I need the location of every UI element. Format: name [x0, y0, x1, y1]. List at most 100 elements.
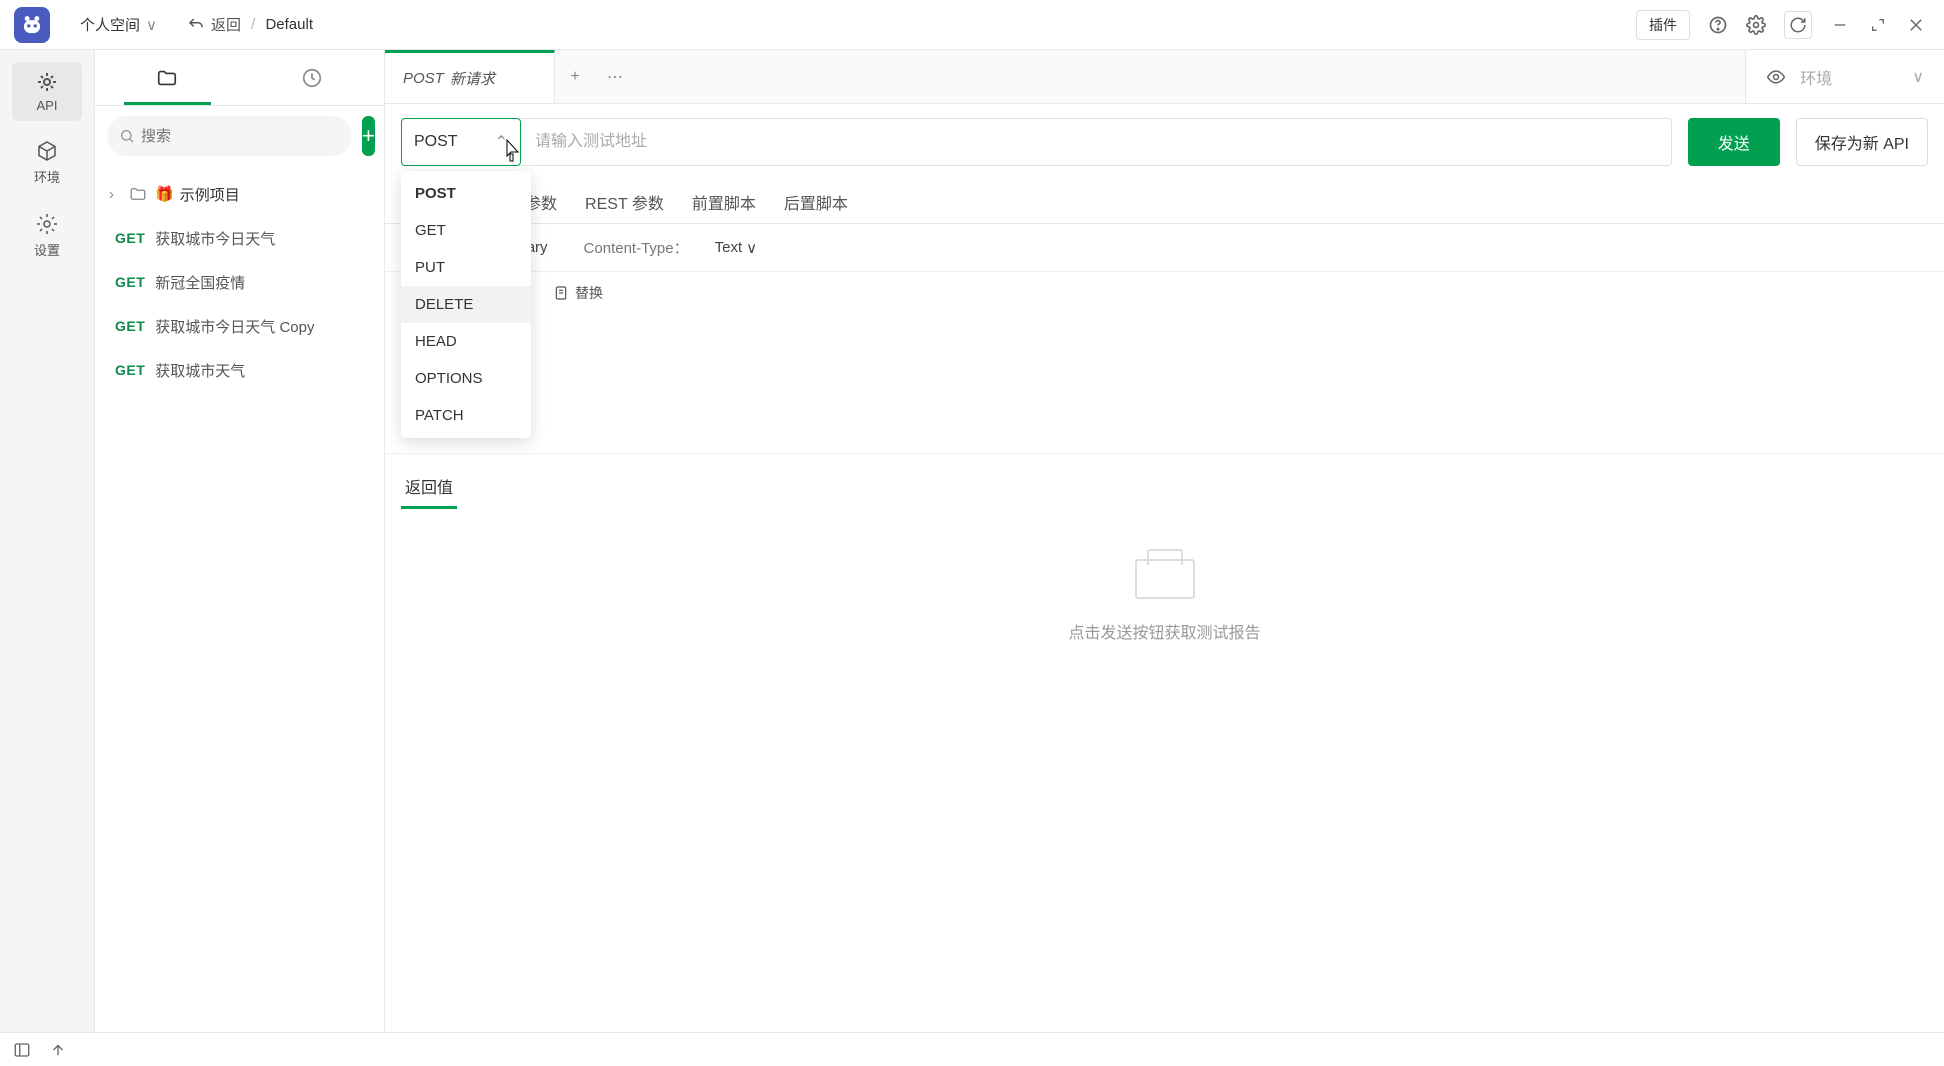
api-icon	[35, 70, 59, 94]
sidebar-tab-history[interactable]	[240, 50, 385, 105]
chevron-down-icon: ∨	[1912, 67, 1924, 87]
chevron-down-icon: ⌃	[495, 132, 508, 152]
plus-icon: +	[362, 123, 375, 149]
env-label: 环境	[1800, 65, 1832, 89]
response-empty-state: 点击发送按钮获取测试报告	[385, 509, 1944, 1032]
response-empty-message: 点击发送按钮获取测试报告	[1068, 619, 1260, 643]
req-tab-pre-script[interactable]: 前置脚本	[692, 180, 756, 223]
request-tab[interactable]: POST 新请求	[385, 50, 555, 103]
chevron-down-icon: ∨	[746, 239, 757, 257]
ellipsis-icon: ⋯	[607, 67, 623, 87]
breadcrumb-separator: /	[251, 16, 255, 34]
refresh-icon[interactable]	[1784, 11, 1812, 39]
help-icon[interactable]	[1708, 15, 1728, 35]
editor-replace-button[interactable]: 替换	[553, 283, 603, 303]
save-as-api-button[interactable]: 保存为新 API	[1796, 118, 1928, 166]
method-dropdown: POST GET PUT DELETE HEAD OPTIONS PATCH	[401, 171, 531, 438]
inbox-icon	[1135, 559, 1195, 599]
url-input[interactable]	[521, 118, 1672, 166]
plugin-button[interactable]: 插件	[1636, 10, 1690, 40]
method-option-options[interactable]: OPTIONS	[401, 360, 531, 397]
api-name: 获取城市天气	[155, 360, 245, 381]
response-tab-result[interactable]: 返回值	[401, 466, 457, 509]
folder-icon	[156, 67, 178, 89]
folder-icon	[129, 185, 147, 203]
req-tab-post-script[interactable]: 后置脚本	[784, 180, 848, 223]
cube-icon	[35, 139, 59, 163]
method-option-head[interactable]: HEAD	[401, 323, 531, 360]
sidebar-search[interactable]	[107, 116, 352, 156]
api-list-item[interactable]: GET 获取城市天气	[95, 348, 384, 392]
method-option-put[interactable]: PUT	[401, 249, 531, 286]
eye-icon[interactable]	[1766, 67, 1786, 87]
gift-icon: 🎁	[155, 185, 174, 203]
chevron-right-icon: ›	[109, 186, 123, 203]
status-bar	[0, 1032, 1944, 1066]
tab-method: POST	[403, 70, 444, 87]
close-icon[interactable]	[1906, 15, 1926, 35]
api-name: 新冠全国疫情	[155, 272, 245, 293]
sidebar-tab-folders[interactable]	[95, 50, 240, 105]
back-button[interactable]: 返回	[187, 14, 241, 35]
api-list-item[interactable]: GET 新冠全国疫情	[95, 260, 384, 304]
settings-icon[interactable]	[1746, 15, 1766, 35]
api-method: GET	[115, 318, 145, 334]
minimize-icon[interactable]	[1830, 15, 1850, 35]
request-section-tabs: 请求体 Query 参数 REST 参数 前置脚本 后置脚本	[385, 180, 1944, 224]
api-method: GET	[115, 362, 145, 378]
editor-btn-label: 替换	[575, 283, 603, 303]
content-type-label: Content-Type：	[584, 237, 689, 258]
api-method: GET	[115, 274, 145, 290]
top-bar: 个人空间 ∨ 返回 / Default 插件	[0, 0, 1944, 50]
folder-name: 示例项目	[180, 184, 240, 205]
workspace-label: 个人空间	[80, 14, 140, 35]
tab-more-button[interactable]: ⋯	[595, 50, 635, 103]
api-name: 获取城市今日天气 Copy	[155, 316, 314, 337]
rail-item-label: API	[37, 98, 58, 113]
upload-icon[interactable]	[48, 1040, 68, 1060]
rail-item-label: 环境	[34, 167, 60, 186]
sidebar: + › 🎁 示例项目 GET 获取城市今日天气 GET 新冠全国疫情	[95, 50, 385, 1032]
undo-icon	[187, 16, 205, 34]
content-type-value: Text	[715, 239, 743, 256]
api-list-item[interactable]: GET 获取城市今日天气 Copy	[95, 304, 384, 348]
http-method-select[interactable]: POST ⌃ POST GET PUT DELETE HEAD OPTIONS …	[401, 118, 521, 166]
main-content: POST 新请求 + ⋯ 环境 ∨ POST ⌃	[385, 50, 1944, 1032]
back-label: 返回	[211, 14, 241, 35]
app-logo	[14, 7, 50, 43]
plus-icon: +	[570, 68, 579, 86]
maximize-icon[interactable]	[1868, 15, 1888, 35]
selected-method: POST	[414, 133, 458, 151]
api-method: GET	[115, 230, 145, 246]
nav-rail: API 环境 设置	[0, 50, 95, 1032]
env-selector[interactable]: 环境 ∨	[1800, 65, 1924, 89]
tree-folder-row[interactable]: › 🎁 示例项目	[95, 172, 384, 216]
rail-item-label: 设置	[34, 240, 60, 259]
api-name: 获取城市今日天气	[155, 228, 275, 249]
req-tab-rest[interactable]: REST 参数	[585, 180, 664, 223]
method-option-delete[interactable]: DELETE	[401, 286, 531, 323]
panel-left-icon[interactable]	[12, 1040, 32, 1060]
add-button[interactable]: +	[362, 116, 375, 156]
rail-item-settings[interactable]: 设置	[12, 204, 82, 267]
api-list-item[interactable]: GET 获取城市今日天气	[95, 216, 384, 260]
rail-item-api[interactable]: API	[12, 62, 82, 121]
rail-item-env[interactable]: 环境	[12, 131, 82, 194]
search-icon	[119, 128, 135, 144]
body-editor[interactable]	[385, 314, 1944, 454]
method-option-patch[interactable]: PATCH	[401, 397, 531, 434]
tab-title: 新请求	[450, 68, 495, 89]
workspace-selector[interactable]: 个人空间 ∨	[80, 14, 157, 35]
gear-icon	[35, 212, 59, 236]
method-option-post[interactable]: POST	[401, 175, 531, 212]
replace-icon	[553, 285, 569, 301]
send-button[interactable]: 发送	[1688, 118, 1780, 166]
content-type-select[interactable]: Text ∨	[715, 239, 758, 257]
search-input[interactable]	[141, 128, 340, 145]
method-option-get[interactable]: GET	[401, 212, 531, 249]
breadcrumb-project[interactable]: Default	[265, 16, 313, 33]
new-tab-button[interactable]: +	[555, 50, 595, 103]
chevron-down-icon: ∨	[146, 16, 157, 34]
request-tabbar: POST 新请求 + ⋯ 环境 ∨	[385, 50, 1944, 104]
history-icon	[301, 67, 323, 89]
